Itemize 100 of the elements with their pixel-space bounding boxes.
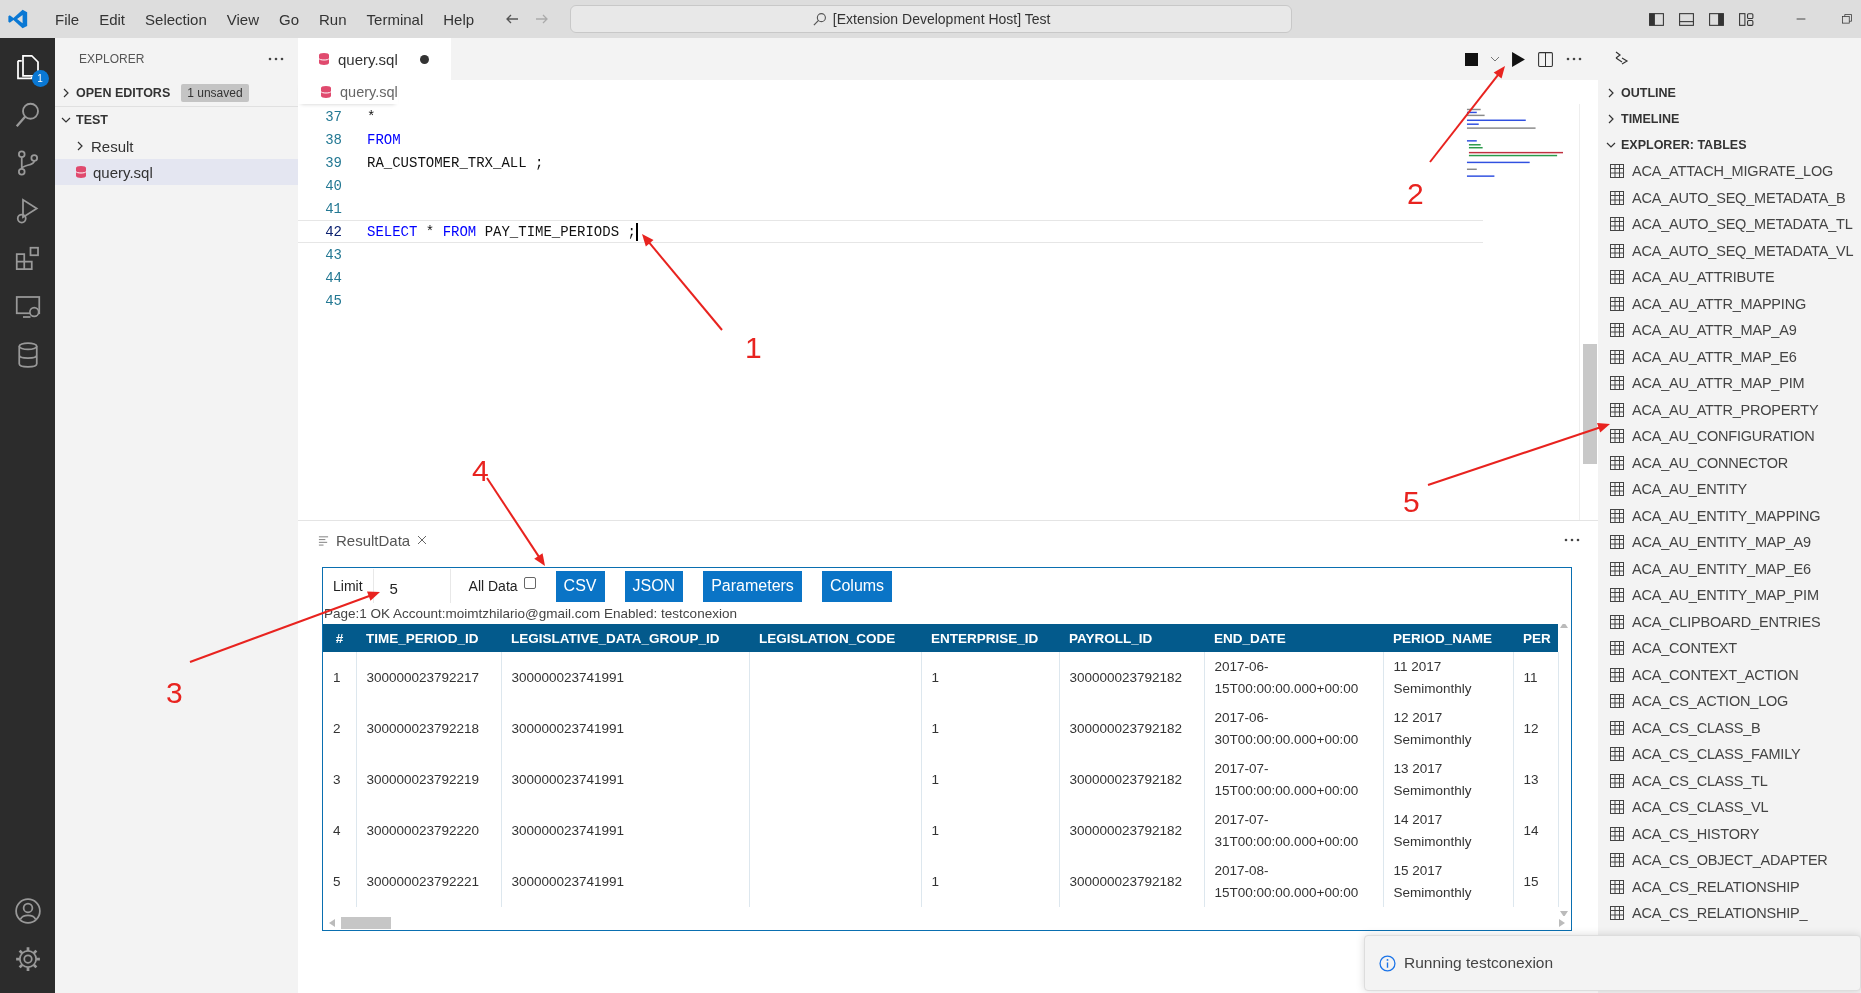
more-actions-icon[interactable] [1566,57,1582,61]
panel-tab[interactable]: ResultData [298,521,442,559]
table-list-item[interactable]: ACA_AU_ENTITY_MAP_E6 [1598,555,1861,582]
table-list-item[interactable]: ACA_CS_CLASS_VL [1598,794,1861,821]
column-header[interactable]: PER [1513,624,1558,652]
section-header[interactable]: OUTLINE [1598,80,1861,106]
annotation-number: 5 [1403,485,1420,518]
table-list-item[interactable]: ACA_CS_RELATIONSHIP_ [1598,900,1861,927]
column-header[interactable]: # [323,624,356,652]
section-header[interactable]: OPEN EDITORS 1 unsaved [55,80,298,106]
toolbar-button[interactable]: CSV [555,570,605,602]
section-header[interactable]: TEST [55,106,298,133]
run-icon[interactable] [1512,51,1525,67]
table-cell: 14 [1523,822,1539,838]
table-list-item[interactable]: ACA_AU_ATTR_MAPPING [1598,290,1861,317]
column-header[interactable]: ENTERPRISE_ID [921,624,1059,652]
table-list-item[interactable]: ACA_AU_CONFIGURATION [1598,423,1861,450]
table-list-item[interactable]: ACA_CS_RELATIONSHIP [1598,873,1861,900]
chevron-icon[interactable] [1606,88,1616,98]
customize-layout-icon[interactable] [1738,10,1755,28]
table-list-item[interactable]: ACA_CS_CLASS_B [1598,714,1861,741]
table-list-item[interactable]: ACA_AU_ENTITY [1598,476,1861,503]
table-list-item[interactable]: ACA_AU_ENTITY_MAP_PIM [1598,582,1861,609]
table-list-item[interactable]: ACA_AUTO_SEQ_METADATA_TL [1598,211,1861,238]
table-list-item[interactable]: ACA_AU_ATTR_MAP_E6 [1598,343,1861,370]
sidebar-title: EXPLORER [79,52,145,66]
menu-item[interactable]: File [45,10,90,28]
table-list-item[interactable]: ACA_AU_ENTITY_MAPPING [1598,502,1861,529]
chevron-icon[interactable] [1606,140,1616,150]
unsaved-dot-icon[interactable] [419,54,429,64]
tree-item[interactable]: Result [55,133,298,159]
section-header[interactable]: EXPLORER: TABLES [1598,132,1861,158]
column-header[interactable]: END_DATE [1204,624,1383,652]
table-list-item[interactable]: ACA_CS_CLASS_TL [1598,767,1861,794]
tree-item[interactable]: query.sql [55,159,298,185]
table-list-item[interactable]: ACA_AUTO_SEQ_METADATA_VL [1598,237,1861,264]
limit-field[interactable]: 5 [372,569,451,603]
status-text: Page:1 OK Account:moimtzhilario@gmail.com Enabled: testconexion [324,605,738,623]
table-list-item[interactable]: ACA_CS_HISTORY [1598,820,1861,847]
chevron-icon[interactable] [75,141,85,151]
split-editor-icon[interactable] [1537,50,1554,68]
toolbar-button[interactable]: Colums [821,570,893,602]
close-icon[interactable] [417,535,428,545]
toolbar-button[interactable]: Parameters [703,570,802,602]
dropdown-caret-icon[interactable] [1490,54,1500,64]
column-header[interactable]: LEGISLATIVE_DATA_GROUP_ID [501,624,749,652]
limit-label: Limit [332,578,364,594]
table-list-item[interactable]: ACA_CS_CLASS_FAMILY [1598,741,1861,768]
table-list-item[interactable]: ACA_AUTO_SEQ_METADATA_B [1598,184,1861,211]
menu-item[interactable]: Selection [135,10,217,28]
more-actions-icon[interactable] [1564,538,1580,542]
column-header[interactable]: TIME_PERIOD_ID [356,624,501,652]
table-cell: 11 2017 Semimonthly [1393,658,1472,696]
menu-item[interactable]: Edit [89,10,136,28]
chevron-icon[interactable] [61,88,71,98]
table-list-item[interactable]: ACA_AU_ATTR_MAP_PIM [1598,370,1861,397]
table-list-item[interactable]: ACA_ATTACH_MIGRATE_LOG [1598,158,1861,185]
table-list-item[interactable]: ACA_CS_ACTION_LOG [1598,688,1861,715]
column-header[interactable]: LEGISLATION_CODE [749,624,921,652]
scrollbar-thumb[interactable] [341,917,391,929]
column-header[interactable]: PERIOD_NAME [1383,624,1513,652]
table-cell: 4 [333,822,341,838]
table-cell: 300000023792217 [366,669,480,685]
chevron-icon[interactable] [1606,114,1616,124]
scrollbar-thumb[interactable] [1583,344,1597,464]
menu-item[interactable]: Terminal [356,10,434,28]
menu-item[interactable]: Go [269,10,309,28]
section-header[interactable]: TIMELINE [1598,106,1861,132]
menu-item[interactable]: Help [433,10,485,28]
table-cell: 300000023792182 [1069,720,1183,736]
breadcrumb[interactable]: query.sql [298,80,398,104]
table-list-item[interactable]: ACA_CS_OBJECT_ADAPTER [1598,847,1861,874]
menu-item[interactable]: Run [309,10,357,28]
more-actions-icon[interactable] [268,57,284,61]
command-center[interactable]: [Extension Development Host] Test [570,5,1293,33]
table-cell: 300000023792182 [1069,822,1183,838]
layout-secondary-sidebar-icon[interactable] [1708,10,1725,28]
layout-sidebar-icon[interactable] [1648,10,1665,28]
table-list-item[interactable]: ACA_AU_ATTR_PROPERTY [1598,396,1861,423]
table-list-item[interactable]: ACA_CONTEXT_ACTION [1598,661,1861,688]
account-icon[interactable] [12,896,43,926]
toolbar-button[interactable]: JSON [624,570,684,602]
table-list-item[interactable]: ACA_AU_ATTRIBUTE [1598,264,1861,291]
table-cell: 15 [1523,873,1539,889]
table-list-item[interactable]: ACA_AU_ENTITY_MAP_A9 [1598,529,1861,556]
table-list-item[interactable]: ACA_CLIPBOARD_ENTRIES [1598,608,1861,635]
table-list-item[interactable]: ACA_CONTEXT [1598,635,1861,662]
table-list-item[interactable]: ACA_AU_CONNECTOR [1598,449,1861,476]
table-icon [1610,641,1624,656]
stop-icon[interactable] [1465,52,1478,66]
column-header[interactable]: PAYROLL_ID [1059,624,1204,652]
chevron-icon[interactable] [61,115,71,125]
restore-icon[interactable] [1841,13,1853,25]
layout-panel-icon[interactable] [1678,10,1695,28]
all-data-checkbox[interactable] [523,577,536,589]
table-list-item[interactable]: ACA_AU_ATTR_MAP_A9 [1598,317,1861,344]
table-icon [1610,402,1624,417]
editor-tab[interactable]: query.sql [298,38,451,80]
menu-item[interactable]: View [216,10,269,28]
annotation-number: 3 [166,676,183,709]
